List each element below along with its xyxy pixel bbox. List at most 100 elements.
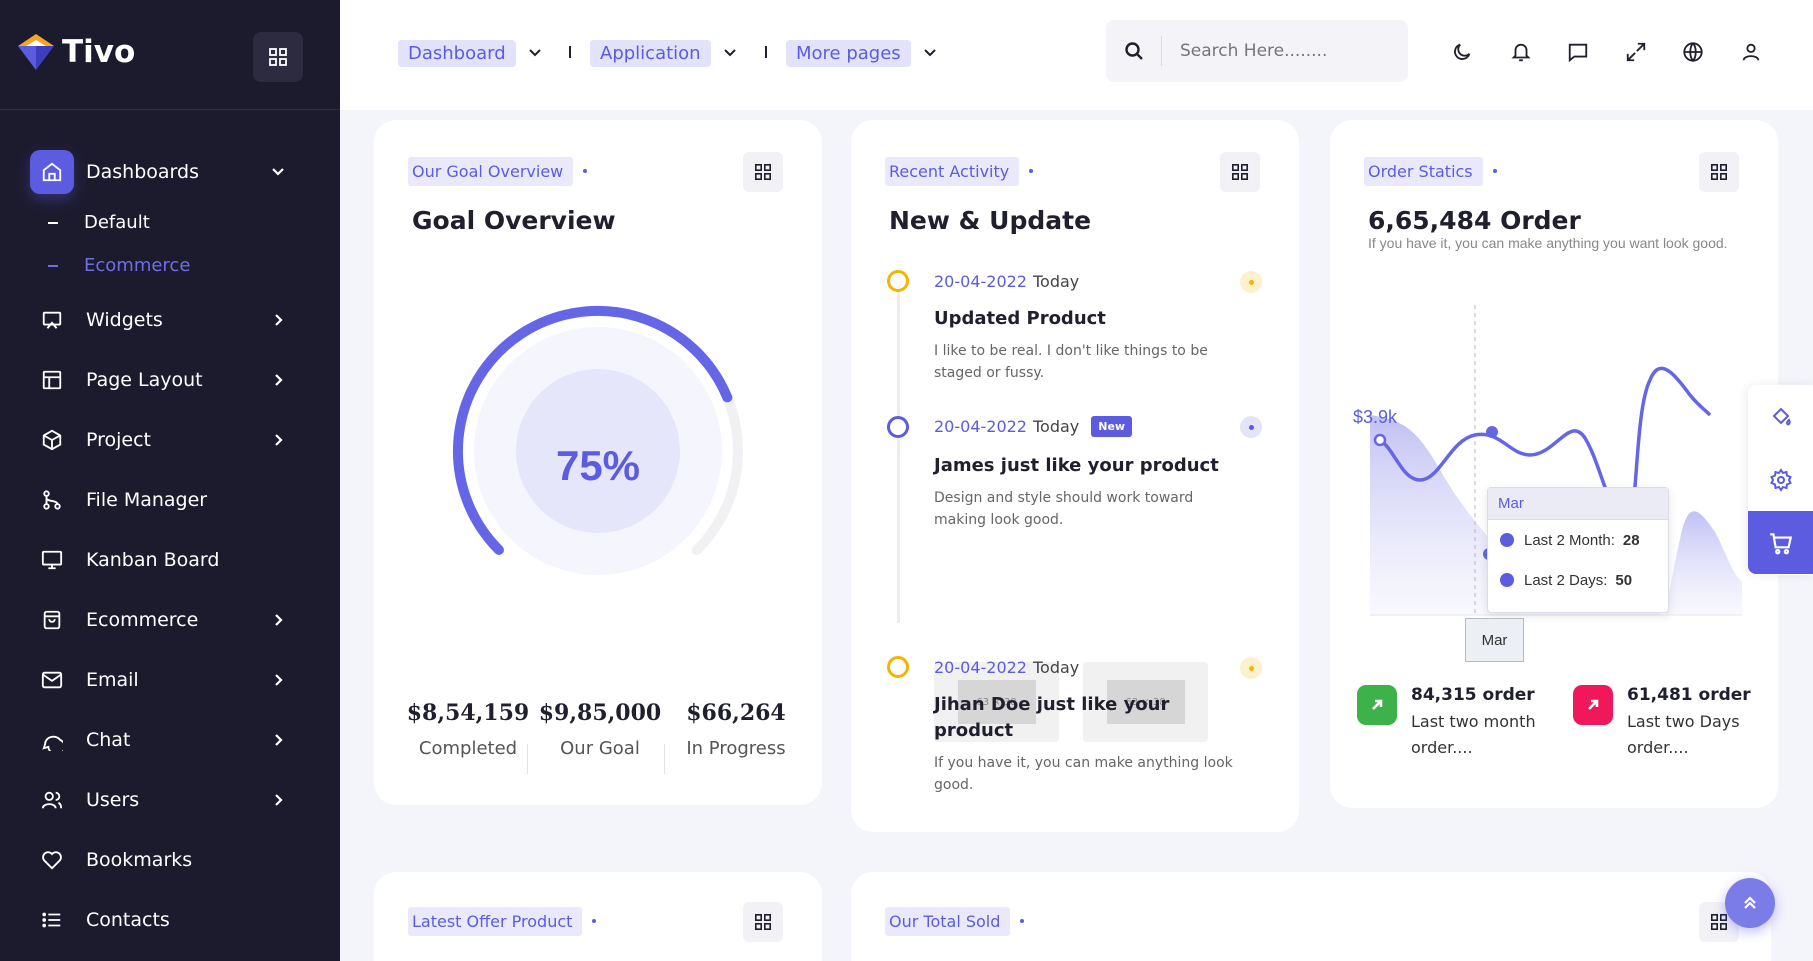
grid-icon (1710, 913, 1728, 931)
dark-mode-icon[interactable] (1448, 38, 1476, 66)
chevron-right-icon (268, 610, 288, 630)
sidebar-item-chat[interactable]: Chat (30, 718, 300, 762)
sidebar-item-kanban-board[interactable]: Kanban Board (30, 538, 300, 582)
activity-desc: If you have it, you can make anything lo… (934, 755, 1233, 793)
sidebar-item-label: Contacts (86, 909, 170, 931)
activity-title: James just like your product (934, 455, 1219, 476)
user-icon[interactable] (1737, 38, 1765, 66)
date-day: Today (1032, 272, 1080, 291)
chevron-right-icon (268, 790, 288, 810)
sidebar-item-label: Dashboards (86, 161, 199, 183)
card-menu-button[interactable] (1699, 152, 1739, 192)
sidebar-item-label: Widgets (86, 309, 163, 331)
fullscreen-icon[interactable] (1622, 38, 1650, 66)
sidebar-subitem-ecommerce[interactable]: Ecommerce (48, 255, 190, 276)
sidebar-item-label: Email (86, 669, 139, 691)
sidebar-item-page-layout[interactable]: Page Layout (30, 358, 300, 402)
grid-icon (754, 163, 772, 181)
search-icon[interactable] (1106, 36, 1162, 66)
sidebar-item-file-manager[interactable]: File Manager (30, 478, 300, 522)
chevron-right-icon (268, 370, 288, 390)
stat-value: $66,264 (686, 700, 786, 726)
sidebar-item-ecommerce[interactable]: Ecommerce (30, 598, 300, 642)
nav-link-dashboard[interactable]: Dashboard (398, 38, 544, 68)
chevron-right-icon (268, 730, 288, 750)
sidebar-item-users[interactable]: Users (30, 778, 300, 822)
sidebar-item-widgets[interactable]: Widgets (30, 298, 300, 342)
date-day: Today (1032, 417, 1080, 436)
globe-icon[interactable] (1679, 38, 1707, 66)
sidebar-item-contacts[interactable]: Contacts (30, 898, 300, 942)
arrow-up-right-icon (1573, 685, 1613, 725)
apps-grid-button[interactable] (253, 32, 303, 82)
order-series-area (1665, 511, 1742, 615)
chat-icon (30, 718, 74, 762)
nav-link-label: Dashboard (398, 39, 516, 67)
brand-logo[interactable]: Tivo (14, 30, 135, 74)
sidebar-item-label: Project (86, 429, 152, 451)
stat-label: Our Goal (560, 738, 640, 759)
scroll-to-top-button[interactable] (1725, 878, 1775, 928)
order-stat-month: 84,315 order Last two month order.... (1357, 685, 1546, 761)
timeline-dot (887, 270, 909, 292)
card-menu-button[interactable] (1220, 152, 1260, 192)
chevron-right-icon (268, 670, 288, 690)
layout-icon (30, 358, 74, 402)
tooltip-row: Last 2 Days: 50 (1488, 560, 1668, 600)
settings-button[interactable] (1748, 448, 1813, 511)
chevron-down-icon (923, 45, 939, 61)
sidebar-item-email[interactable]: Email (30, 658, 300, 702)
tooltip-row: Last 2 Month: 28 (1488, 520, 1668, 560)
logo-area: Tivo (0, 0, 340, 110)
tooltip-row-name: Last 2 Days: (1524, 571, 1608, 589)
nav-link-application[interactable]: Application (590, 38, 739, 68)
search-input[interactable] (1162, 41, 1392, 61)
card-tag: Our Goal Overview (408, 156, 597, 186)
double-chevron-up-icon (1744, 896, 1756, 909)
chevron-right-icon (268, 430, 288, 450)
order-stat-label: Last two Days order.... (1627, 712, 1740, 757)
nav-link-label: Application (590, 39, 711, 67)
timeline-dot (887, 656, 909, 678)
chart-tooltip: Mar Last 2 Month: 28 Last 2 Days: 50 (1487, 487, 1669, 613)
goal-radial-chart: 75% (452, 305, 743, 575)
stat-value: $9,85,000 (538, 700, 662, 726)
users-icon (30, 778, 74, 822)
total-sold-card: Our Total Sold (851, 872, 1771, 961)
nav-link-more-pages[interactable]: More pages (786, 38, 939, 68)
git-icon (30, 478, 74, 522)
cart-button[interactable] (1748, 511, 1813, 574)
sidebar-item-bookmarks[interactable]: Bookmarks (30, 838, 300, 882)
card-menu-button[interactable] (743, 902, 783, 942)
brand-name: Tivo (62, 34, 136, 70)
chart-x-label: Mar (1465, 618, 1524, 662)
sidebar-item-label: Chat (86, 729, 131, 751)
sidebar: Tivo Dashboards Default Ecommerce Widget… (0, 0, 340, 961)
grid-icon (1710, 163, 1728, 181)
date-text: 20-04-2022 (934, 417, 1027, 436)
grid-icon (754, 913, 772, 931)
status-dot (1240, 416, 1262, 438)
bell-icon[interactable] (1507, 38, 1535, 66)
card-tag-label: Order Statics (1364, 156, 1483, 186)
box-icon (30, 418, 74, 462)
sidebar-item-label: File Manager (86, 489, 208, 511)
card-tag: Our Total Sold (885, 906, 1034, 936)
sidebar-item-dashboards[interactable]: Dashboards (30, 150, 300, 194)
paint-bucket-button[interactable] (1748, 385, 1813, 448)
sidebar-subitem-default[interactable]: Default (48, 212, 150, 233)
grid-icon (1231, 163, 1249, 181)
sidebar-item-project[interactable]: Project (30, 418, 300, 462)
card-menu-button[interactable] (743, 152, 783, 192)
message-icon[interactable] (1564, 38, 1592, 66)
activity-date: 20-04-2022 Today New (934, 416, 1133, 437)
heart-icon (30, 838, 74, 882)
goal-stat-in-progress: $66,264 In Progress (668, 700, 804, 759)
card-title: Goal Overview (412, 206, 616, 235)
sidebar-item-label: Users (86, 789, 140, 811)
order-stat-days: 61,481 order Last two Days order.... (1573, 685, 1762, 761)
chart-y-annotation: $3.9k (1353, 407, 1398, 427)
latest-offer-card: Latest Offer Product (374, 872, 822, 961)
order-stat-value: 84,315 order (1411, 685, 1535, 705)
new-badge: New (1091, 416, 1133, 437)
